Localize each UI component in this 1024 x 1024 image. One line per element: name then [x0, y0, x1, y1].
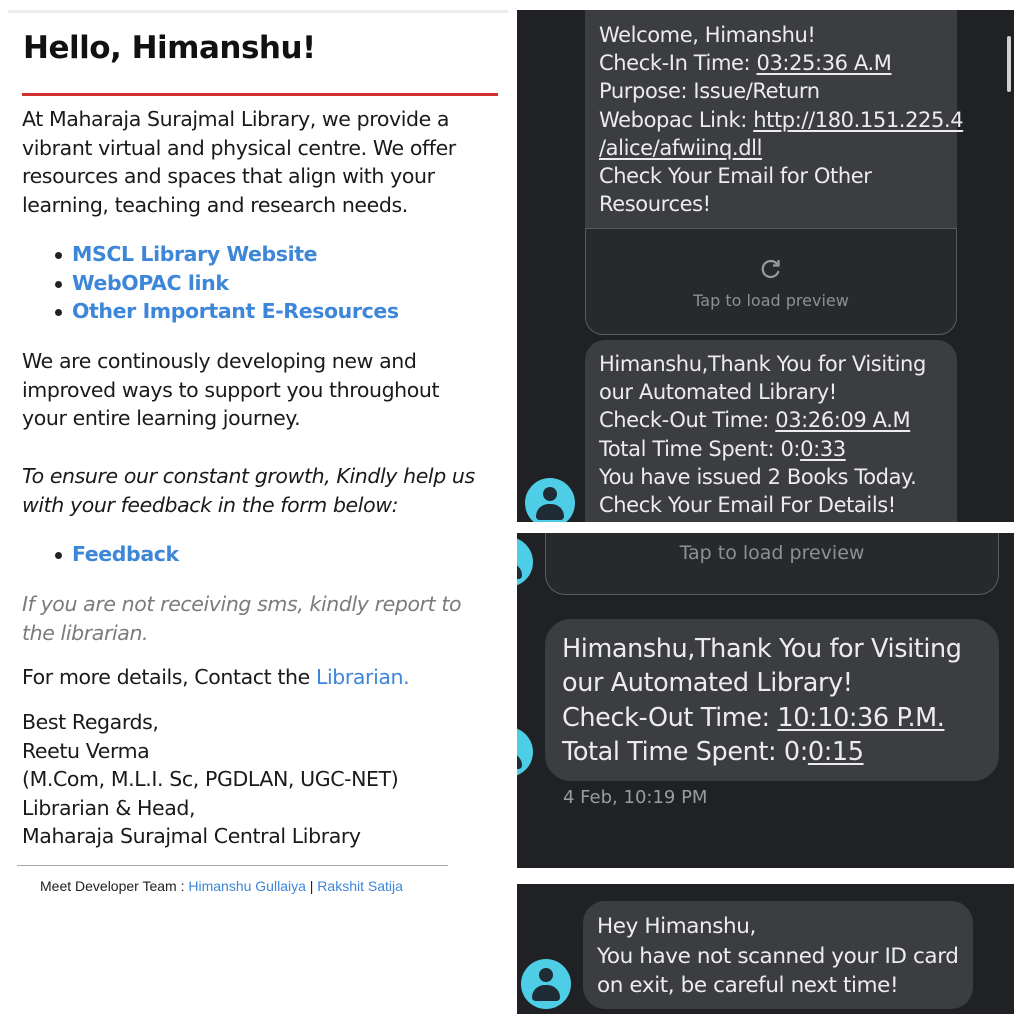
- sender-avatar[interactable]: [517, 727, 533, 777]
- checkout-time[interactable]: 10:10:36 P.M.: [777, 703, 944, 733]
- sms-screenshot-1: Welcome, Himanshu! Check-In Time: 03:25:…: [517, 10, 1014, 522]
- warning-line: on exit, be careful next time!: [597, 973, 899, 998]
- checkout-time[interactable]: 03:26:09 A.M: [775, 408, 910, 432]
- sms-note-line: the librarian.: [22, 620, 149, 645]
- list-item: MSCL Library Website: [55, 240, 399, 269]
- intro-line: resources and spaces that align with you…: [22, 164, 435, 189]
- resource-links-list: MSCL Library Website WebOPAC link Other …: [22, 240, 399, 326]
- intro-paragraph: At Maharaja Surajmal Library, we provide…: [22, 105, 456, 219]
- librarian-link[interactable]: Librarian.: [316, 665, 410, 689]
- sender-avatar[interactable]: [525, 478, 575, 522]
- list-item: Other Important E-Resources: [55, 297, 399, 326]
- checkin-label: Check-In Time:: [599, 51, 757, 76]
- feedback-request-line: To ensure our constant growth, Kindly he…: [22, 464, 475, 488]
- details-line: Check Your Email For Details!: [599, 493, 896, 518]
- footer-divider: [17, 865, 448, 866]
- feedback-request: To ensure our constant growth, Kindly he…: [22, 462, 475, 519]
- contact-line: For more details, Contact the Librarian.: [22, 663, 410, 692]
- spent-label: Total Time Spent:: [562, 736, 784, 767]
- tap-preview-label: Tap to load preview: [693, 291, 849, 310]
- developer-link-1[interactable]: Himanshu Gullaiya: [188, 878, 306, 894]
- intro-line: vibrant virtual and physical centre. We …: [22, 135, 456, 160]
- signature-line: (M.Com, M.L.I. Sc, PGDLAN, UGC-NET): [22, 767, 399, 792]
- refresh-icon: [761, 259, 780, 279]
- developing-paragraph: We are continously developing new and im…: [22, 347, 440, 433]
- issued-line: You have issued 2 Books Today.: [599, 464, 917, 489]
- welcome-message[interactable]: Welcome, Himanshu! Check-In Time: 03:25:…: [585, 10, 964, 228]
- developing-line: your entire learning journey.: [22, 406, 301, 431]
- thanks-line: Himanshu,Thank You for Visiting: [562, 634, 962, 664]
- sms-screenshot-2: Tap to load preview Himanshu,Thank You f…: [517, 533, 1014, 868]
- purpose-line: Purpose: Issue/Return: [599, 79, 820, 104]
- sender-avatar[interactable]: [521, 959, 571, 1009]
- footer-prefix: Meet Developer Team :: [40, 878, 189, 894]
- developing-line: improved ways to support you throughout: [22, 377, 440, 402]
- thanks-line: our Automated Library!: [599, 380, 837, 405]
- tap-preview-label: Tap to load preview: [679, 542, 865, 564]
- signature-line: Reetu Verma: [22, 738, 150, 763]
- sender-avatar[interactable]: [517, 537, 533, 587]
- spent-value[interactable]: 0:15: [808, 737, 864, 767]
- signature: Best Regards, Reetu Verma (M.Com, M.L.I.…: [22, 708, 399, 851]
- red-divider: [22, 93, 498, 96]
- checkout-label: Check-Out Time:: [599, 408, 776, 433]
- warning-line: Hey Himanshu,: [597, 914, 756, 939]
- message-timestamp: 4 Feb, 10:19 PM: [563, 787, 708, 808]
- spent-prefix: 0:: [783, 736, 808, 767]
- list-item: Feedback: [55, 540, 179, 569]
- developer-link-2[interactable]: Rakshit Satija: [317, 878, 403, 894]
- e-resources-link[interactable]: Other Important E-Resources: [72, 299, 399, 323]
- mscl-website-link[interactable]: MSCL Library Website: [72, 242, 318, 266]
- email-greeting: Hello, Himanshu!: [23, 30, 316, 66]
- signature-line: Maharaja Surajmal Central Library: [22, 824, 361, 849]
- spent-value[interactable]: 0:33: [800, 437, 846, 461]
- checkout-message-1[interactable]: Himanshu,Thank You for Visiting our Auto…: [585, 340, 957, 522]
- webopac-link[interactable]: WebOPAC link: [72, 271, 229, 295]
- footer-separator: |: [309, 878, 314, 894]
- webopac-url[interactable]: http://180.151.225.4: [753, 108, 963, 132]
- welcome-line: Welcome, Himanshu!: [599, 23, 816, 47]
- sms-note-line: If you are not receiving sms, kindly rep…: [22, 592, 462, 616]
- warning-line: You have not scanned your ID card: [597, 943, 959, 969]
- spent-label: Total Time Spent:: [599, 436, 781, 461]
- webopac-label: Webopac Link:: [599, 107, 754, 132]
- signature-line: Best Regards,: [22, 710, 159, 734]
- thanks-line: our Automated Library!: [562, 668, 853, 699]
- webopac-url-cont[interactable]: /alice/afwiinq.dll: [599, 136, 762, 160]
- feedback-list: Feedback: [22, 540, 179, 569]
- feedback-request-line: with your feedback in the form below:: [22, 492, 399, 517]
- intro-line: learning, teaching and research needs.: [22, 192, 408, 217]
- link-preview-card[interactable]: Tap to load preview: [545, 533, 999, 595]
- top-divider: [8, 10, 508, 13]
- checkin-time[interactable]: 03:25:36 A.M: [757, 51, 892, 75]
- list-item: WebOPAC link: [55, 269, 399, 298]
- feedback-link[interactable]: Feedback: [72, 542, 179, 566]
- spent-prefix: 0:: [780, 436, 801, 461]
- sms-screenshot-3: Hey Himanshu, You have not scanned your …: [517, 884, 1014, 1014]
- check-email-line: Resources!: [599, 192, 711, 217]
- checkout-message-2[interactable]: Himanshu,Thank You for Visiting our Auto…: [545, 619, 999, 781]
- intro-line: At Maharaja Surajmal Library, we provide…: [22, 107, 450, 131]
- developer-footer: Meet Developer Team : Himanshu Gullaiya …: [40, 878, 403, 894]
- checkout-label: Check-Out Time:: [562, 702, 778, 733]
- developing-line: We are continously developing new and: [22, 349, 417, 373]
- link-preview-card[interactable]: Tap to load preview: [585, 228, 957, 335]
- sms-note: If you are not receiving sms, kindly rep…: [22, 590, 462, 647]
- email-panel: Hello, Himanshu! At Maharaja Surajmal Li…: [0, 0, 510, 1024]
- contact-prefix: For more details, Contact the: [22, 665, 316, 689]
- id-card-warning-message[interactable]: Hey Himanshu, You have not scanned your …: [583, 901, 973, 1009]
- check-email-line: Check Your Email for Other: [599, 164, 872, 189]
- signature-line: Librarian & Head,: [22, 795, 196, 820]
- scrollbar[interactable]: [1007, 36, 1011, 92]
- thanks-line: Himanshu,Thank You for Visiting: [599, 352, 926, 376]
